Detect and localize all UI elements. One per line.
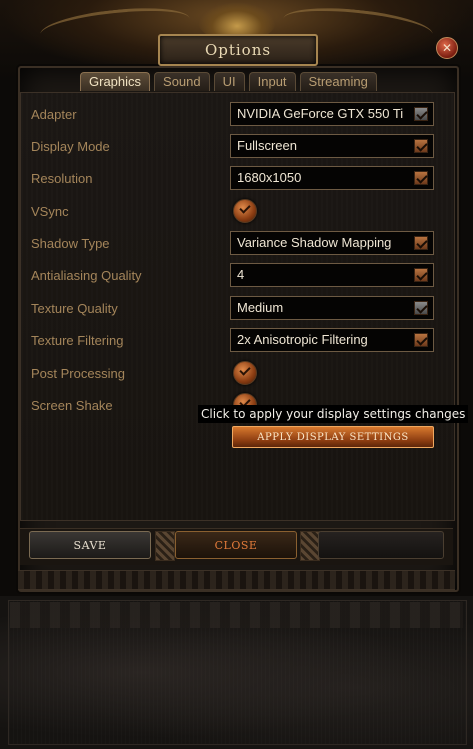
- display-mode-label: Display Mode: [31, 139, 110, 154]
- adapter-dropdown[interactable]: NVIDIA GeForce GTX 550 Ti: [230, 102, 434, 126]
- vsync-checkbox[interactable]: [233, 199, 257, 223]
- shadow-type-value: Variance Shadow Mapping: [237, 235, 392, 250]
- carved-band-ornament: [10, 602, 463, 628]
- resolution-dropdown[interactable]: 1680x1050: [230, 166, 434, 190]
- chevron-down-icon: [414, 139, 428, 153]
- texture-filtering-label: Texture Filtering: [31, 333, 124, 348]
- texture-filtering-value: 2x Anisotropic Filtering: [237, 332, 368, 347]
- shadow-type-dropdown[interactable]: Variance Shadow Mapping: [230, 231, 434, 255]
- texture-quality-value: Medium: [237, 300, 284, 315]
- adapter-label: Adapter: [31, 107, 77, 122]
- close-button[interactable]: CLOSE: [175, 531, 297, 559]
- close-icon[interactable]: ✕: [436, 37, 458, 59]
- display-mode-value: Fullscreen: [237, 138, 297, 153]
- post-processing-label: Post Processing: [31, 366, 125, 381]
- chevron-down-icon: [414, 107, 428, 121]
- antialiasing-quality-value: 4: [237, 267, 245, 282]
- vsync-label: VSync: [31, 204, 69, 219]
- chevron-down-icon: [414, 333, 428, 347]
- chevron-down-icon: [414, 171, 428, 185]
- adapter-value: NVIDIA GeForce GTX 550 Ti: [237, 106, 404, 121]
- save-button[interactable]: SAVE: [29, 531, 151, 559]
- antialiasing-quality-dropdown[interactable]: 4: [230, 263, 434, 287]
- post-processing-checkbox[interactable]: [233, 361, 257, 385]
- texture-quality-label: Texture Quality: [31, 301, 118, 316]
- texture-filtering-dropdown[interactable]: 2x Anisotropic Filtering: [230, 328, 434, 352]
- bottom-frame-ornament: [18, 570, 455, 590]
- tab-input[interactable]: Input: [248, 72, 296, 91]
- tab-graphics[interactable]: Graphics: [80, 72, 151, 91]
- tab-streaming[interactable]: Streaming: [299, 72, 377, 91]
- shadow-type-label: Shadow Type: [31, 236, 110, 251]
- resolution-value: 1680x1050: [237, 170, 302, 185]
- display-mode-dropdown[interactable]: Fullscreen: [230, 134, 434, 158]
- knot-ornament: [300, 531, 320, 561]
- antialiasing-quality-label: Antialiasing Quality: [31, 268, 142, 283]
- apply-tooltip: Click to apply your display settings cha…: [198, 405, 469, 423]
- apply-display-settings-button[interactable]: APPLY DISPLAY SETTINGS: [232, 426, 434, 448]
- empty-button-slot: [318, 531, 444, 559]
- screen-shake-label: Screen Shake: [31, 398, 113, 413]
- tab-ui[interactable]: UI: [213, 72, 245, 91]
- chevron-down-icon: [414, 268, 428, 282]
- chevron-down-icon: [414, 236, 428, 250]
- tab-bar: Graphics Sound UI Input Streaming: [80, 72, 377, 92]
- resolution-label: Resolution: [31, 171, 93, 186]
- chevron-down-icon: [414, 301, 428, 315]
- tab-sound[interactable]: Sound: [154, 72, 210, 91]
- knot-ornament: [155, 531, 175, 561]
- texture-quality-dropdown[interactable]: Medium: [230, 296, 434, 320]
- window-title: Options: [158, 34, 318, 66]
